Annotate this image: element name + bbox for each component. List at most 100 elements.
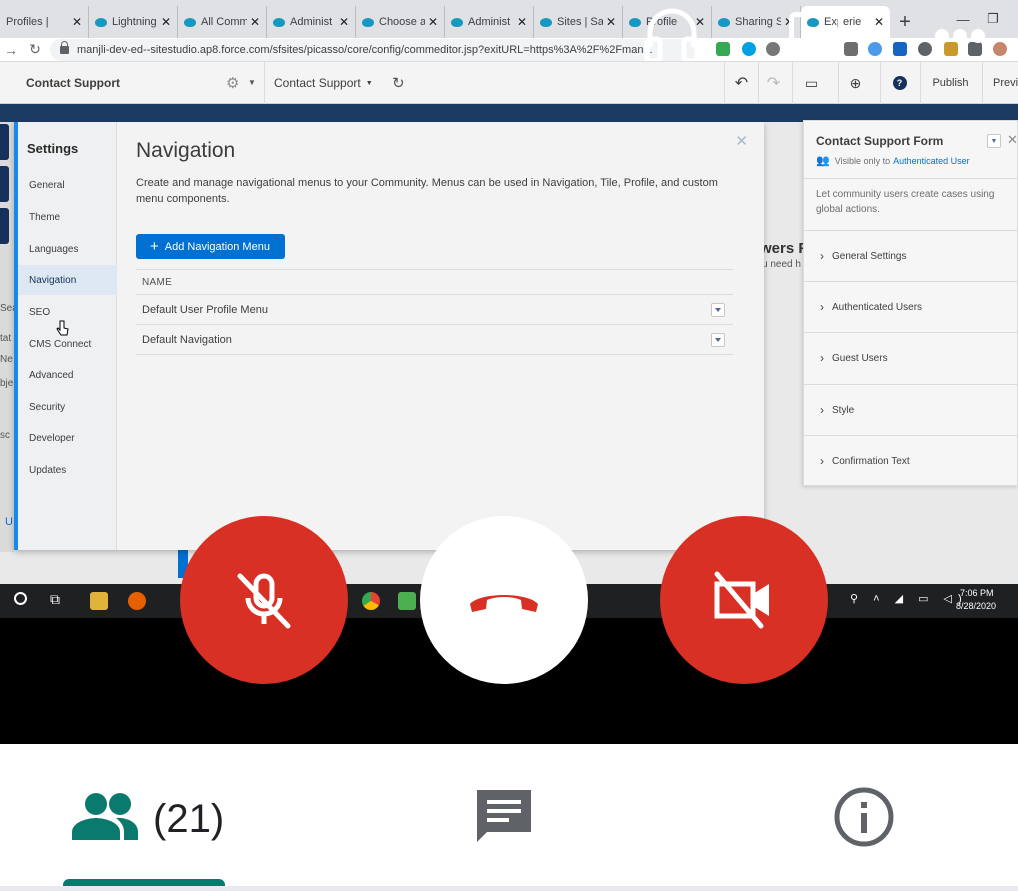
settings-item-advanced[interactable]: Advanced bbox=[18, 360, 117, 390]
tab-close-icon[interactable]: ✕ bbox=[517, 15, 527, 29]
address-bar-row: → ↻ manjli-dev-ed--sitestudio.ap8.force.… bbox=[0, 38, 1018, 62]
tab-close-icon[interactable]: ✕ bbox=[874, 15, 884, 29]
mic-off-icon bbox=[237, 573, 291, 629]
browser-tab[interactable]: Profiles | ✕ bbox=[0, 6, 89, 38]
section-guest-users[interactable]: › Guest Users bbox=[804, 332, 1018, 383]
preview-button[interactable]: Previ bbox=[982, 62, 1018, 104]
browser-tab[interactable]: All Comm ✕ bbox=[178, 6, 267, 38]
more-options-icon[interactable] bbox=[934, 27, 986, 45]
minimize-button[interactable]: — bbox=[948, 12, 978, 27]
firefox-icon[interactable] bbox=[128, 592, 146, 610]
refresh-icon[interactable]: ↻ bbox=[392, 74, 405, 92]
app-icon[interactable] bbox=[398, 592, 416, 610]
navigation-menu-table: NAME Default User Profile Menu Default N… bbox=[136, 269, 733, 355]
rail-button[interactable] bbox=[0, 166, 9, 202]
settings-item-languages[interactable]: Languages bbox=[18, 234, 117, 264]
visibility-link[interactable]: Authenticated User bbox=[893, 156, 970, 166]
extension-icon[interactable] bbox=[716, 42, 730, 56]
tray-icons: ⚲ ˄ ◢ ▭ ◁) bbox=[850, 593, 968, 605]
headphones-icon[interactable] bbox=[644, 5, 700, 61]
section-confirmation-text[interactable]: › Confirmation Text bbox=[804, 435, 1018, 486]
panel-menu-dropdown[interactable]: ▼ bbox=[987, 134, 1001, 148]
publish-button[interactable]: Publish bbox=[920, 62, 980, 104]
settings-item-security[interactable]: Security bbox=[18, 392, 117, 422]
settings-item-developer[interactable]: Developer bbox=[18, 423, 117, 453]
table-row[interactable]: Default User Profile Menu bbox=[136, 295, 733, 325]
settings-item-general[interactable]: General bbox=[18, 170, 117, 200]
tab-close-icon[interactable]: ✕ bbox=[606, 15, 616, 29]
language-button[interactable]: ⊕ bbox=[838, 62, 872, 104]
row-actions-dropdown[interactable] bbox=[711, 303, 725, 317]
end-call-button[interactable] bbox=[420, 516, 588, 684]
chevron-down-icon[interactable]: ▼ bbox=[248, 78, 256, 87]
section-authenticated-users[interactable]: › Authenticated Users bbox=[804, 281, 1018, 332]
add-navigation-menu-button[interactable]: + Add Navigation Menu bbox=[136, 234, 285, 259]
task-view-icon[interactable]: ⧉ bbox=[50, 591, 60, 608]
turn-off-camera-button[interactable] bbox=[660, 516, 828, 684]
page-title: Navigation bbox=[136, 139, 236, 162]
rail-button[interactable] bbox=[0, 124, 9, 160]
url-text: manjli-dev-ed--sitestudio.ap8.force.com/… bbox=[77, 44, 653, 56]
info-icon[interactable] bbox=[833, 786, 895, 848]
help-button[interactable]: ? bbox=[880, 62, 918, 104]
file-explorer-icon[interactable] bbox=[90, 592, 108, 610]
close-icon[interactable]: ✕ bbox=[1007, 132, 1018, 148]
people-icon bbox=[72, 793, 138, 840]
url-field[interactable]: manjli-dev-ed--sitestudio.ap8.force.com/… bbox=[50, 39, 700, 61]
rail-button[interactable] bbox=[0, 208, 9, 244]
page-name: Contact Support bbox=[26, 75, 120, 90]
salesforce-favicon-icon bbox=[273, 17, 285, 27]
section-general-settings[interactable]: › General Settings bbox=[804, 230, 1018, 281]
section-style[interactable]: › Style bbox=[804, 384, 1018, 435]
settings-item-label: Developer bbox=[29, 432, 75, 444]
table-row[interactable]: Default Navigation bbox=[136, 325, 733, 355]
undo-button[interactable]: ↶ bbox=[724, 62, 758, 104]
add-button-label: Add Navigation Menu bbox=[164, 240, 270, 253]
tab-close-icon[interactable]: ✕ bbox=[72, 15, 82, 29]
settings-item-updates[interactable]: Updates bbox=[18, 455, 117, 485]
gear-icon[interactable]: ⚙ bbox=[226, 74, 239, 92]
new-tab-button[interactable]: + bbox=[890, 6, 920, 38]
chrome-icon[interactable] bbox=[362, 592, 380, 610]
redo-button[interactable]: ↷ bbox=[758, 62, 788, 104]
extension-icon[interactable] bbox=[766, 42, 780, 56]
settings-item-label: CMS Connect bbox=[29, 338, 92, 350]
tab-close-icon[interactable]: ✕ bbox=[339, 15, 349, 29]
browser-tab[interactable]: Administ ✕ bbox=[445, 6, 534, 38]
mute-microphone-button[interactable] bbox=[180, 516, 348, 684]
restore-button[interactable]: ❐ bbox=[978, 11, 1008, 27]
chevron-right-icon: › bbox=[820, 351, 824, 365]
chat-icon[interactable] bbox=[473, 786, 535, 846]
forward-icon[interactable]: → bbox=[0, 42, 22, 58]
close-icon[interactable]: ✕ bbox=[735, 132, 748, 150]
extension-icon[interactable] bbox=[868, 42, 882, 56]
settings-item-navigation[interactable]: Navigation bbox=[18, 265, 117, 295]
browser-tab[interactable]: Lightning ✕ bbox=[89, 6, 178, 38]
lock-icon bbox=[60, 41, 69, 54]
tab-close-icon[interactable]: ✕ bbox=[428, 15, 438, 29]
browser-tab[interactable]: Choose a ✕ bbox=[356, 6, 445, 38]
help-icon: ? bbox=[892, 76, 907, 90]
bottom-divider bbox=[0, 886, 1018, 891]
tab-close-icon[interactable]: ✕ bbox=[161, 15, 171, 29]
extension-icon[interactable] bbox=[893, 42, 907, 56]
property-panel: Contact Support Form ▼ ✕ 👥 Visible only … bbox=[803, 120, 1018, 486]
tab-label: Administ bbox=[290, 16, 333, 28]
settings-item-theme[interactable]: Theme bbox=[18, 202, 117, 232]
browser-tab[interactable]: Sharing S ✕ bbox=[712, 6, 801, 38]
page-selector[interactable]: Contact Support ▼ bbox=[264, 62, 384, 104]
closed-captions-icon[interactable] bbox=[789, 12, 843, 58]
settings-item-label: SEO bbox=[29, 306, 51, 318]
profile-avatar[interactable] bbox=[993, 42, 1007, 56]
row-actions-dropdown[interactable] bbox=[711, 333, 725, 347]
settings-dialog: Settings General Theme Languages Navigat… bbox=[14, 122, 764, 550]
device-preview-button[interactable]: ▭ bbox=[792, 62, 830, 104]
salesforce-extension-icon[interactable] bbox=[742, 42, 756, 56]
extension-icon[interactable] bbox=[844, 42, 858, 56]
tab-close-icon[interactable]: ✕ bbox=[250, 15, 260, 29]
browser-tab[interactable]: Administ ✕ bbox=[267, 6, 356, 38]
browser-tab[interactable]: Sites | Sa ✕ bbox=[534, 6, 623, 38]
reload-icon[interactable]: ↻ bbox=[24, 41, 46, 58]
cloud-extension-icon[interactable] bbox=[918, 42, 932, 56]
cortana-icon[interactable] bbox=[14, 592, 27, 605]
